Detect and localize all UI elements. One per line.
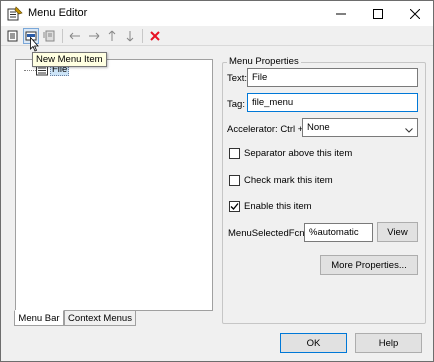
maximize-icon: [373, 8, 383, 19]
toolbar-separator: [142, 29, 143, 43]
tag-field[interactable]: file_menu: [247, 93, 418, 112]
menu-tree[interactable]: File: [15, 59, 213, 311]
move-left-icon: [69, 32, 80, 40]
toolbar: [1, 26, 433, 46]
ok-button[interactable]: OK: [280, 333, 347, 353]
new-menu-button[interactable]: [5, 28, 21, 44]
move-right-icon: [89, 32, 100, 40]
maximize-button[interactable]: [360, 1, 396, 26]
chevron-down-icon: [405, 125, 413, 136]
title-bar: Menu Editor: [1, 1, 433, 26]
mouse-cursor-icon: [30, 36, 40, 55]
enable-checkbox-box: [229, 201, 240, 212]
tree-connector: [24, 70, 36, 71]
move-up-button[interactable]: [104, 28, 120, 44]
checkmark-icon: [230, 203, 239, 210]
text-label: Text:: [227, 73, 248, 84]
checkmark-checkbox-label: Check mark this item: [244, 175, 333, 186]
tab-context-menus[interactable]: Context Menus: [64, 310, 136, 326]
menu-editor-app-icon: [7, 6, 23, 22]
minimize-icon: [336, 13, 346, 14]
move-right-button[interactable]: [86, 28, 102, 44]
close-button[interactable]: [397, 1, 433, 26]
toolbar-separator: [62, 29, 63, 43]
new-context-menu-button[interactable]: [41, 28, 57, 44]
text-field[interactable]: File: [247, 68, 418, 87]
view-button[interactable]: View: [377, 222, 418, 242]
checkmark-checkbox[interactable]: Check mark this item: [229, 175, 333, 186]
more-properties-button[interactable]: More Properties...: [320, 255, 418, 275]
move-up-icon: [108, 30, 116, 41]
accelerator-dropdown[interactable]: None: [302, 118, 418, 137]
move-down-button[interactable]: [122, 28, 138, 44]
tag-label: Tag:: [227, 99, 245, 110]
window-title: Menu Editor: [28, 7, 88, 19]
new-context-menu-icon: [43, 30, 55, 42]
toolbar-tooltip: New Menu Item: [32, 52, 107, 67]
close-icon: [410, 8, 420, 19]
minimize-button[interactable]: [323, 1, 359, 26]
accelerator-label: Accelerator: Ctrl +: [227, 124, 304, 135]
menu-properties-title: Menu Properties: [227, 56, 301, 67]
move-down-icon: [126, 31, 134, 42]
separator-checkbox-label: Separator above this item: [244, 148, 353, 159]
move-left-button[interactable]: [67, 28, 83, 44]
delete-button[interactable]: [147, 28, 163, 44]
help-button[interactable]: Help: [355, 333, 422, 353]
menu-editor-window: Menu Editor New Menu Item File Menu Bar …: [0, 0, 434, 362]
callback-label: MenuSelectedFcn:: [228, 228, 308, 239]
callback-field[interactable]: %automatic: [304, 223, 373, 242]
accelerator-value: None: [307, 122, 330, 133]
separator-checkbox-box: [229, 148, 240, 159]
tab-menu-bar[interactable]: Menu Bar: [14, 310, 64, 326]
checkmark-checkbox-box: [229, 175, 240, 186]
enable-checkbox[interactable]: Enable this item: [229, 201, 312, 212]
delete-icon: [150, 31, 160, 41]
separator-checkbox[interactable]: Separator above this item: [229, 148, 352, 159]
enable-checkbox-label: Enable this item: [244, 201, 312, 212]
new-menu-icon: [7, 30, 18, 42]
